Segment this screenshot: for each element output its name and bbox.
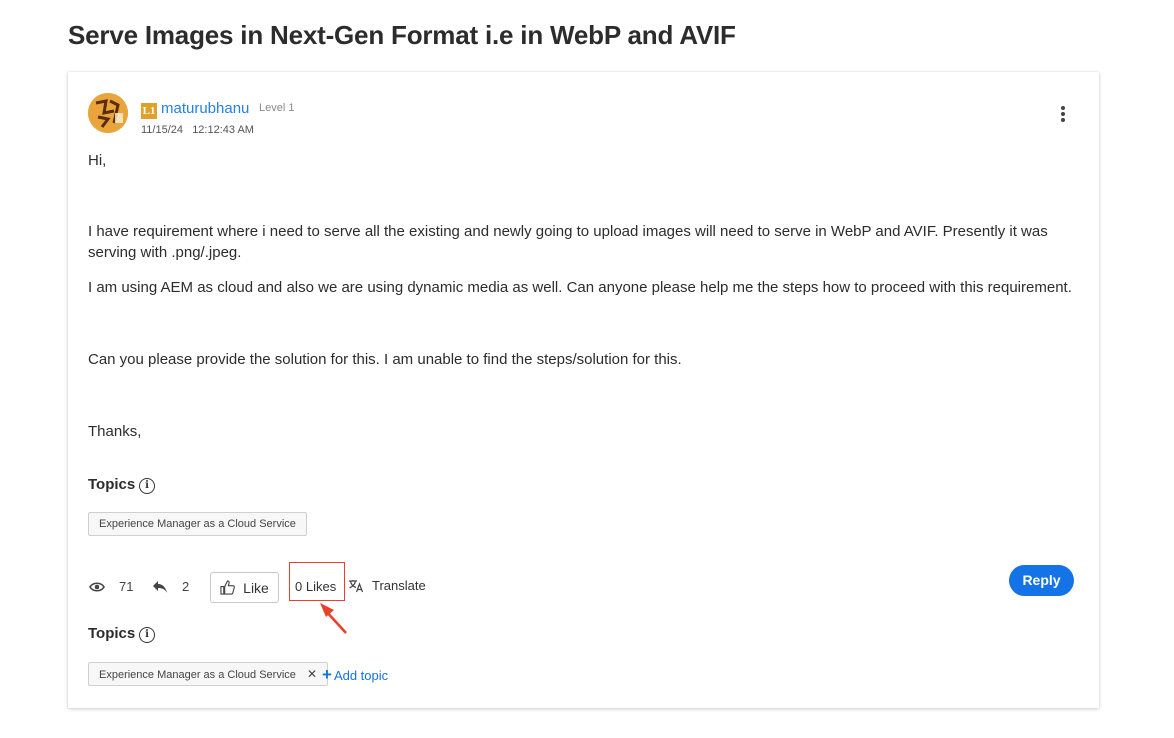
- post-card: L1 maturubhanu Level 1 11/15/24 12:12:43…: [68, 72, 1099, 708]
- replies-count: 2: [152, 579, 189, 594]
- post-signoff: Thanks,: [88, 423, 142, 440]
- translate-label: Translate: [372, 578, 426, 593]
- info-icon[interactable]: i: [139, 478, 155, 494]
- views-count: 71: [89, 579, 133, 594]
- topic-tag[interactable]: Experience Manager as a Cloud Service: [88, 512, 307, 536]
- highlight-box: [289, 562, 345, 601]
- post-paragraph: I have requirement where i need to serve…: [88, 223, 1048, 261]
- translate-icon: [349, 579, 364, 592]
- reply-button[interactable]: Reply: [1009, 565, 1074, 596]
- post-timestamp: 11/15/24 12:12:43 AM: [141, 124, 254, 136]
- post-greeting: Hi,: [88, 152, 107, 169]
- eye-icon: [89, 581, 105, 592]
- edit-topics-heading: Topics: [88, 625, 136, 642]
- reply-arrow-icon: [153, 580, 167, 593]
- more-vertical-icon[interactable]: [1058, 106, 1068, 126]
- topics-heading: Topics: [88, 476, 136, 493]
- rank-badge: L1: [141, 103, 157, 119]
- like-label: Like: [243, 579, 269, 596]
- page-title: Serve Images in Next-Gen Format i.e in W…: [68, 20, 736, 50]
- thumbs-up-icon: [220, 580, 236, 595]
- post-date: 11/15/24: [141, 124, 184, 136]
- add-topic-link[interactable]: + Add topic: [322, 665, 388, 685]
- post-paragraph: I am using AEM as cloud and also we are …: [88, 279, 1072, 296]
- info-icon[interactable]: i: [139, 627, 155, 643]
- avatar[interactable]: [88, 93, 128, 133]
- post-time: 12:12:43 AM: [192, 124, 254, 136]
- views-value: 71: [119, 579, 134, 594]
- add-topic-label: Add topic: [333, 668, 389, 683]
- editable-topic-label: Experience Manager as a Cloud Service: [99, 669, 296, 681]
- close-icon[interactable]: ✕: [307, 667, 317, 681]
- like-button[interactable]: Like: [210, 572, 279, 603]
- post-paragraph: Can you please provide the solution for …: [88, 351, 682, 368]
- replies-value: 2: [182, 579, 190, 594]
- plus-icon: +: [322, 665, 332, 684]
- editable-topic-tag: Experience Manager as a Cloud Service ✕: [88, 662, 329, 686]
- author-link[interactable]: maturubhanu: [161, 100, 249, 117]
- translate-button[interactable]: Translate: [348, 578, 426, 593]
- author-level: Level 1: [259, 102, 295, 114]
- annotation-arrow: [320, 603, 347, 634]
